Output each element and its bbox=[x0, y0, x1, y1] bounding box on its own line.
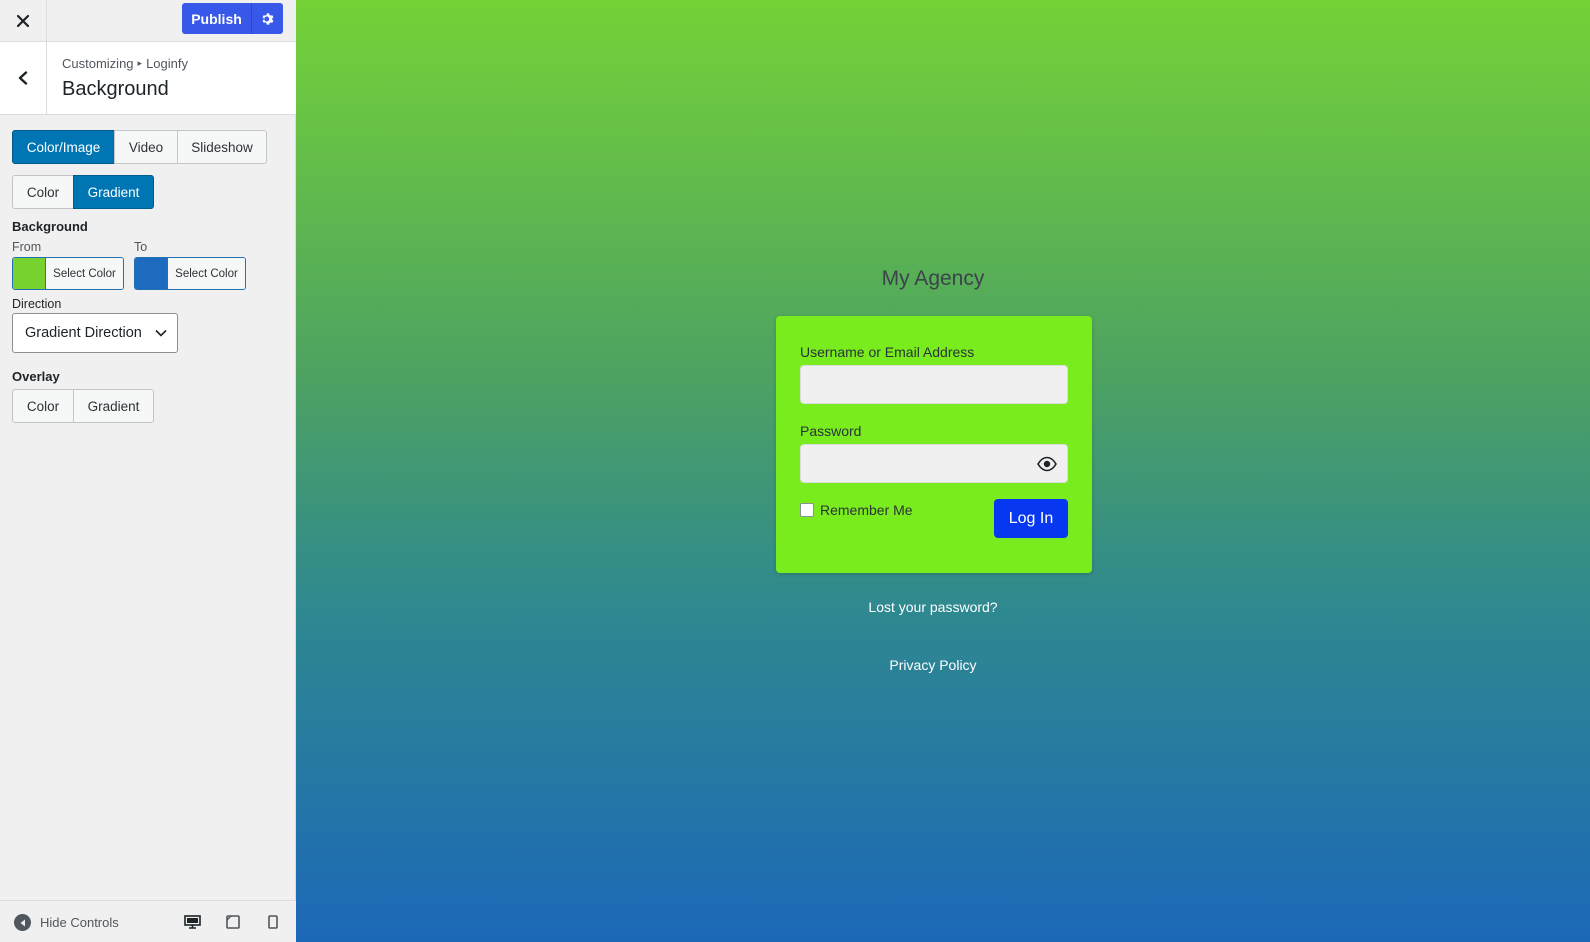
direction-heading: Direction bbox=[12, 297, 62, 311]
from-select-color-label[interactable]: Select Color bbox=[45, 258, 123, 289]
tablet-icon bbox=[226, 915, 240, 929]
overlay-heading: Overlay bbox=[12, 369, 60, 384]
chevron-left-icon bbox=[18, 71, 28, 85]
tab-color[interactable]: Color bbox=[12, 175, 74, 209]
customizer-footer: Hide Controls bbox=[0, 900, 296, 942]
collapse-arrow-icon bbox=[14, 914, 31, 931]
hide-controls-button[interactable]: Hide Controls bbox=[14, 914, 119, 931]
login-form: Username or Email Address Password Remem… bbox=[776, 316, 1092, 573]
remember-me-label: Remember Me bbox=[820, 502, 913, 518]
background-heading: Background bbox=[12, 219, 88, 234]
mobile-preview-button[interactable] bbox=[268, 915, 278, 934]
to-select-color-label[interactable]: Select Color bbox=[167, 258, 245, 289]
from-label: From bbox=[12, 240, 42, 254]
customizer-topbar: Publish bbox=[0, 0, 296, 42]
remember-me-checkbox[interactable] bbox=[800, 503, 814, 517]
close-icon bbox=[16, 14, 30, 27]
to-label: To bbox=[134, 240, 148, 254]
username-label: Username or Email Address bbox=[800, 344, 975, 360]
chevron-down-icon bbox=[155, 329, 167, 337]
background-mode-tabs: Color Gradient bbox=[12, 175, 154, 209]
breadcrumb-child: Loginfy bbox=[146, 56, 188, 71]
eye-icon[interactable] bbox=[1037, 456, 1057, 472]
from-color-swatch[interactable] bbox=[13, 258, 45, 289]
back-button[interactable] bbox=[0, 42, 47, 114]
hide-controls-label: Hide Controls bbox=[40, 915, 119, 930]
background-type-tabs: Color/Image Video Slideshow bbox=[12, 130, 267, 164]
password-input[interactable] bbox=[800, 444, 1068, 483]
password-label: Password bbox=[800, 423, 862, 439]
mobile-icon bbox=[268, 915, 278, 929]
remember-me[interactable]: Remember Me bbox=[800, 502, 913, 518]
section-header: Customizing ▸ Loginfy Background bbox=[0, 42, 296, 115]
gradient-direction-select[interactable]: Gradient Direction bbox=[12, 313, 178, 353]
gear-icon bbox=[262, 12, 273, 25]
desktop-preview-button[interactable] bbox=[184, 915, 201, 934]
desktop-icon bbox=[184, 915, 201, 929]
to-color-picker[interactable]: Select Color bbox=[134, 257, 246, 290]
login-preview: My Agency Username or Email Address Pass… bbox=[296, 0, 1590, 942]
overlay-tab-gradient[interactable]: Gradient bbox=[73, 389, 154, 423]
tab-color-image[interactable]: Color/Image bbox=[12, 130, 115, 164]
publish-settings-button[interactable] bbox=[252, 3, 283, 34]
gradient-direction-value: Gradient Direction bbox=[25, 325, 142, 341]
username-input[interactable] bbox=[800, 365, 1068, 404]
publish-button[interactable]: Publish bbox=[182, 3, 252, 34]
privacy-policy-link[interactable]: Privacy Policy bbox=[296, 657, 1570, 673]
site-title[interactable]: My Agency bbox=[296, 267, 1570, 291]
tab-slideshow[interactable]: Slideshow bbox=[177, 130, 267, 164]
overlay-tab-color[interactable]: Color bbox=[12, 389, 74, 423]
breadcrumb: Customizing ▸ Loginfy bbox=[62, 56, 188, 71]
breadcrumb-separator: ▸ bbox=[137, 58, 143, 68]
tablet-preview-button[interactable] bbox=[226, 915, 240, 934]
login-button[interactable]: Log In bbox=[994, 499, 1068, 538]
customizer-sidebar: Publish Customizing ▸ Loginfy Background… bbox=[0, 0, 296, 942]
from-color-picker[interactable]: Select Color bbox=[12, 257, 124, 290]
publish-button-group: Publish bbox=[182, 3, 283, 34]
to-color-swatch[interactable] bbox=[135, 258, 167, 289]
tab-video[interactable]: Video bbox=[114, 130, 178, 164]
tab-gradient[interactable]: Gradient bbox=[73, 175, 154, 209]
close-customizer-button[interactable] bbox=[0, 0, 47, 41]
section-title: Background bbox=[62, 78, 169, 100]
lost-password-link[interactable]: Lost your password? bbox=[296, 599, 1570, 615]
breadcrumb-parent: Customizing bbox=[62, 56, 134, 71]
overlay-mode-tabs: Color Gradient bbox=[12, 389, 154, 423]
